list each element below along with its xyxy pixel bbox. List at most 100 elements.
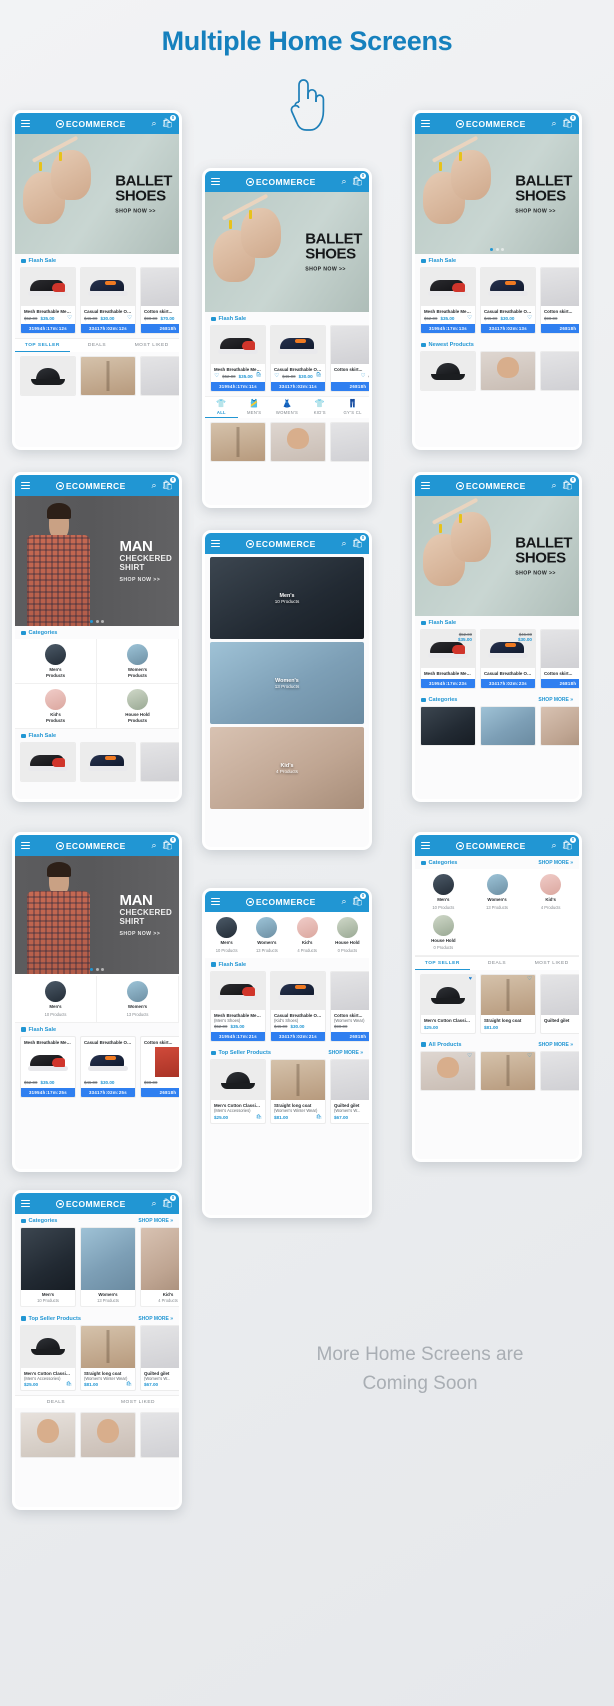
product-card[interactable]: Cotton skirt... $90.00 26818h — [140, 1035, 179, 1098]
hero-banner[interactable]: BALLET SHOES SHOP NOW >> — [415, 134, 579, 254]
hero-banner[interactable]: BALLET SHOES SHOP NOW >> — [415, 496, 579, 616]
product-card[interactable]: Casual Breathable Outdo... $46.00$30.00 ♡… — [80, 267, 136, 334]
search-icon[interactable]: ⌕ — [152, 841, 157, 850]
categories-grid[interactable]: Men's Products Women's Products Kid's Produ… — [15, 639, 179, 729]
shop-now-link[interactable]: SHOP NOW >> — [120, 931, 172, 937]
phone-mockup-9[interactable]: ECOMMERCE ⌕ 🛍 0 Categories SHOP MORE » Me… — [412, 832, 582, 1162]
product-card[interactable]: $46.00$30.00 Casual Breathable Outdo... … — [480, 629, 536, 689]
newest-products-row[interactable] — [415, 351, 579, 395]
product-row[interactable] — [205, 418, 369, 466]
category-cell[interactable]: House Hold 0 Products — [418, 914, 469, 950]
hero-banner[interactable]: BALLET SHOES SHOP NOW >> — [205, 192, 369, 312]
tab-deals[interactable]: DEALS — [15, 1396, 97, 1408]
carousel-dots[interactable] — [90, 620, 104, 623]
category-cell[interactable]: Kid's 4 Products — [289, 917, 326, 953]
cart-icon[interactable]: 🛍 0 — [562, 837, 576, 850]
nav-item-all[interactable]: 👕 ALL — [205, 400, 238, 418]
tab-most-liked[interactable]: MOST LIKED — [524, 957, 579, 970]
categories-circle-row[interactable]: Men's 10 Products Women's 13 Products Kid'… — [415, 869, 579, 915]
product-card[interactable]: Casual Breathable Outdo... (Kid's Shoes)… — [270, 970, 326, 1042]
favorite-heart-icon[interactable]: ♡ — [214, 373, 219, 380]
category-card[interactable] — [420, 706, 476, 746]
phone-mockup-3[interactable]: ECOMMERCE ⌕ 🛍 0 BALLET SHOES SHOP NOW >> … — [412, 110, 582, 450]
product-card[interactable] — [420, 351, 476, 391]
top-seller-row[interactable]: Men's Cotton Classic Bas... (Men's Acces… — [15, 1324, 179, 1396]
all-products-row[interactable]: ♡ ♡ — [415, 1050, 579, 1095]
nav-item-gym[interactable]: 👖 GY'S CL — [336, 400, 369, 418]
shop-now-link[interactable]: SHOP NOW >> — [515, 570, 572, 576]
hero-banner[interactable]: BALLET SHOES SHOP NOW >> — [15, 134, 179, 254]
shop-more-link[interactable]: SHOP MORE » — [138, 1316, 173, 1322]
add-to-cart-icon[interactable]: 🛍 — [66, 1382, 72, 1387]
product-card[interactable]: Mesh Breathable Men's S... ♡$52.00$35.00… — [210, 325, 266, 392]
category-card[interactable] — [480, 706, 536, 746]
tab-deals[interactable]: DEALS — [70, 339, 125, 352]
category-icon-nav[interactable]: 👕 ALL 🎽 MEN'S 👗 WOMEN'S 👕 KID'S 👖 GY'S CL — [205, 396, 369, 418]
product-card[interactable]: ♡ Quilted gilet — [540, 974, 579, 1034]
flash-sale-row[interactable]: $52.00$35.00 Mesh Breathable Men's S... … — [415, 629, 579, 693]
carousel-dots[interactable] — [490, 248, 504, 251]
favorite-heart-icon[interactable]: ♡ — [467, 315, 472, 322]
nav-item-mens[interactable]: 🎽 MEN'S — [238, 400, 271, 418]
product-card[interactable] — [80, 1412, 136, 1458]
product-card[interactable] — [140, 1412, 179, 1458]
hamburger-menu-icon[interactable] — [21, 1200, 30, 1207]
hamburger-menu-icon[interactable] — [211, 178, 220, 185]
favorite-heart-icon[interactable]: ♡ — [67, 315, 72, 322]
category-photo-card[interactable]: Men's 10 Products — [210, 557, 364, 639]
hero-banner[interactable]: MAN CHECKERED SHIRT SHOP NOW >> — [15, 496, 179, 626]
flash-sale-row[interactable] — [15, 742, 179, 786]
flash-sale-row[interactable]: Mesh Breathable Men's S... $52.00$35.00 ♡… — [15, 267, 179, 338]
product-card[interactable] — [540, 351, 579, 391]
phone-mockup-2[interactable]: ECOMMERCE ⌕ 🛍 0 BALLET SHOES SHOP NOW >> … — [202, 168, 372, 508]
category-cell[interactable]: House Hold Products — [97, 684, 179, 729]
category-cell[interactable]: Kid's 4 Products — [525, 874, 576, 910]
hamburger-menu-icon[interactable] — [21, 482, 30, 489]
product-card[interactable]: Straight long coat (Women's Winter Wear)… — [270, 1059, 326, 1124]
cart-icon[interactable]: 🛍 0 — [562, 115, 576, 128]
product-card[interactable] — [480, 351, 536, 391]
category-cell[interactable]: Women's 13 Products — [248, 917, 285, 953]
add-to-cart-icon[interactable]: 🛍 — [316, 373, 322, 379]
category-photo-card[interactable]: Kid's 4 Products — [210, 727, 364, 809]
product-card[interactable] — [80, 742, 136, 782]
category-cell[interactable]: Men's 10 Products — [15, 976, 97, 1023]
add-to-cart-icon[interactable]: 🛍 — [316, 1114, 322, 1120]
category-card[interactable] — [540, 706, 579, 746]
product-card[interactable]: Cotton skirt... ♡$90.00 26818h — [330, 325, 369, 392]
category-photo-row[interactable] — [415, 706, 579, 751]
hero-banner[interactable]: MAN CHECKERED SHIRT SHOP NOW >> — [15, 856, 179, 974]
cart-icon[interactable]: 🛍 0 — [162, 115, 176, 128]
product-card[interactable]: $52.00$35.00 Mesh Breathable Men's S... … — [420, 629, 476, 689]
hamburger-menu-icon[interactable] — [421, 842, 430, 849]
product-card[interactable]: ♡ — [480, 1050, 536, 1091]
cart-icon[interactable]: 🛍 0 — [352, 893, 366, 906]
product-card[interactable] — [140, 356, 179, 396]
favorite-heart-icon[interactable]: ♡ — [527, 315, 532, 322]
cart-icon[interactable]: 🛍 0 — [162, 837, 176, 850]
product-card[interactable]: Cotton skirt... $90.00 26818h — [540, 267, 579, 334]
shop-more-link[interactable]: SHOP MORE » — [538, 860, 573, 866]
add-to-cart-icon[interactable]: 🛍 — [256, 1114, 262, 1120]
categories-circle-row[interactable]: Men's 10 Products Women's 13 Products Kid'… — [205, 912, 369, 958]
hamburger-menu-icon[interactable] — [421, 482, 430, 489]
search-icon[interactable]: ⌕ — [552, 119, 557, 128]
nav-item-womens[interactable]: 👗 WOMEN'S — [271, 400, 304, 418]
product-card[interactable] — [20, 1412, 76, 1458]
favorite-heart-icon[interactable]: ♡ — [467, 1053, 472, 1060]
product-card[interactable] — [140, 742, 179, 782]
category-photo-row[interactable]: Men's 10 Products Women's 13 Products Kid'… — [15, 1227, 179, 1312]
product-card[interactable] — [210, 422, 266, 462]
flash-sale-row[interactable]: Mesh Breathable Men's S... (Men's Shoes)… — [205, 970, 369, 1047]
shop-now-link[interactable]: SHOP NOW >> — [305, 266, 362, 272]
cart-icon[interactable]: 🛍 0 — [352, 535, 366, 548]
phone-mockup-7[interactable]: ECOMMERCE ⌕ 🛍 0 MAN CHECKERED SHIRT SHOP … — [12, 832, 182, 1172]
product-card[interactable]: ♡ Straight long coat $81.00 — [480, 974, 536, 1034]
flash-sale-row[interactable]: Mesh Breathable Men's S... $52.00$35.00 … — [15, 1035, 179, 1103]
top-seller-row[interactable]: Men's Cotton Classic Bas... (Men's Acces… — [205, 1059, 369, 1128]
phone-mockup-5[interactable]: ECOMMERCE ⌕ 🛍 0 Men's 10 Products Women's 1… — [202, 530, 372, 850]
top-seller-row[interactable]: ♥ Men's Cotton Classic Bas... $25.00 ♡ S… — [415, 970, 579, 1038]
product-card[interactable]: Mesh Breathable Men's S... $52.00$35.00 ♡… — [420, 267, 476, 334]
search-icon[interactable]: ⌕ — [552, 481, 557, 490]
category-cell[interactable]: House Hold 0 Products — [329, 917, 366, 953]
